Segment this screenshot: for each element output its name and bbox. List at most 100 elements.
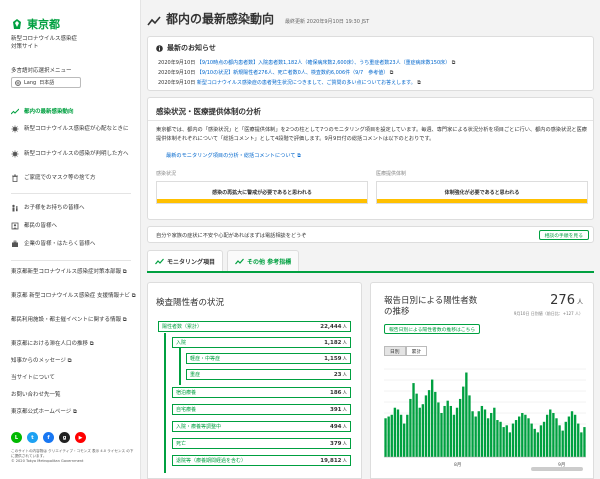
chart-bar[interactable]: [427, 390, 431, 457]
link-official-site[interactable]: 東京都公式ホームページ ⧉: [11, 408, 136, 416]
chart-bar[interactable]: [564, 421, 567, 457]
chart-bar[interactable]: [552, 413, 555, 457]
chart-bar[interactable]: [530, 423, 533, 457]
nav-item-residents[interactable]: 都民の皆様へ: [0, 222, 140, 230]
chart-bar[interactable]: [527, 418, 530, 457]
chart-bar[interactable]: [471, 411, 474, 457]
chart-bar[interactable]: [434, 391, 437, 457]
chart-bar[interactable]: [443, 405, 446, 457]
chart-bar[interactable]: [524, 414, 527, 457]
chart-bar[interactable]: [387, 416, 390, 457]
chart-bar[interactable]: [493, 407, 496, 457]
chart-bar[interactable]: [440, 413, 443, 457]
chart-bar[interactable]: [570, 411, 574, 457]
chart-bar[interactable]: [549, 409, 552, 457]
link-hq-report[interactable]: 東京都新型コロナウイルス感染症対策本部報 ⧉: [11, 268, 136, 276]
daily-detail-button[interactable]: 報告日別による陽性者数の推移はこちら: [384, 324, 481, 334]
chart-bar[interactable]: [437, 402, 440, 457]
chart-bar[interactable]: [558, 425, 561, 457]
chart-bar[interactable]: [396, 409, 400, 457]
tab-monitoring[interactable]: モニタリング項目: [147, 250, 224, 271]
chart-bar[interactable]: [393, 407, 397, 457]
link-contacts[interactable]: お問い合わせ先一覧: [11, 391, 136, 399]
nav-item-infected[interactable]: 新型コロナウイルスの感染が判明した方へ: [0, 150, 140, 158]
link-facilities-events[interactable]: 都民利用施設・都主催イベントに関する情報 ⧉: [11, 316, 136, 324]
chart-bar[interactable]: [452, 414, 456, 457]
toggle-daily[interactable]: 日別: [384, 346, 406, 356]
analysis-link[interactable]: 最新のモニタリング項目の分析・総括コメントについて ⧉: [166, 152, 301, 160]
link-about[interactable]: 当サイトについて: [11, 374, 136, 382]
chart-bar[interactable]: [583, 427, 586, 457]
nav-item-parents[interactable]: お子様をお持ちの皆様へ: [0, 204, 140, 212]
youtube-icon[interactable]: ▶: [75, 432, 86, 443]
chart-bar[interactable]: [502, 427, 505, 457]
cases-row-hospitalized: 入院 1,182人: [172, 337, 351, 348]
chart-bar[interactable]: [545, 414, 549, 457]
chart-bar[interactable]: [521, 413, 524, 457]
news-item[interactable]: 2020年9月10日 新型コロナウイルス感染症の患者発生状況につきまして、ご質問…: [158, 79, 421, 86]
chart-bar[interactable]: [490, 413, 493, 457]
link-population[interactable]: 東京都における滞在人口の推移 ⧉: [11, 340, 136, 348]
toggle-cumulative[interactable]: 累計: [405, 346, 428, 356]
nav-item-businesses[interactable]: 企業の皆様・はたらく皆様へ: [0, 240, 140, 248]
chart-bar[interactable]: [511, 423, 515, 457]
chart-bar[interactable]: [409, 398, 412, 457]
chart-bar[interactable]: [474, 416, 477, 457]
chart-bar[interactable]: [399, 414, 403, 457]
nav-item-worried[interactable]: 新型コロナウイルス感染症が心配なときに: [0, 125, 140, 133]
chart-bar[interactable]: [384, 418, 387, 457]
chart-bar[interactable]: [533, 428, 536, 457]
chart-bar[interactable]: [418, 407, 421, 457]
chart-bar[interactable]: [480, 405, 484, 457]
chart-bar[interactable]: [446, 400, 449, 457]
chart-bar[interactable]: [580, 432, 583, 457]
chart-bar[interactable]: [508, 432, 512, 457]
chart-bar[interactable]: [430, 379, 434, 457]
chart-bar[interactable]: [415, 393, 418, 457]
chart-bar[interactable]: [421, 404, 425, 457]
link-governor-message[interactable]: 知事からのメッセージ ⧉: [11, 357, 136, 365]
chart-bar[interactable]: [468, 395, 471, 457]
news-item[interactable]: 2020年9月10日 【9/10の状況】新規陽性者276人、死亡者数0人、検査数…: [158, 69, 393, 76]
chart-bar[interactable]: [403, 423, 406, 457]
chart-bar[interactable]: [499, 421, 502, 457]
chart-bar[interactable]: [539, 425, 543, 457]
github-icon[interactable]: g: [59, 432, 70, 443]
chart-bar[interactable]: [424, 395, 428, 457]
line-icon[interactable]: L: [11, 432, 22, 443]
twitter-icon[interactable]: t: [27, 432, 38, 443]
chart-bar[interactable]: [567, 416, 571, 457]
chart-bar[interactable]: [573, 414, 577, 457]
chart-bar[interactable]: [406, 414, 409, 457]
link-support-navi[interactable]: 東京都 新型コロナウイルス感染症 支援情報ナビ ⧉: [11, 292, 136, 300]
news-item[interactable]: 2020年9月10日 【9/10時点の都内患者数】入院患者数1,182人（確保病…: [158, 59, 455, 66]
chart-bar[interactable]: [505, 425, 508, 457]
chart-bar[interactable]: [483, 409, 487, 457]
cases-row-mild: 軽症・中等症 1,159人: [186, 353, 351, 364]
chart-bar[interactable]: [458, 398, 462, 457]
chart-bar[interactable]: [462, 386, 465, 457]
language-select[interactable]: Lang 日本語: [11, 77, 81, 88]
chart-bar[interactable]: [455, 407, 459, 457]
chart-bar[interactable]: [518, 416, 521, 457]
nav-item-latest-trends[interactable]: 都内の最新感染動向: [0, 108, 140, 116]
chart-bar[interactable]: [390, 414, 393, 457]
chart-scrollbar[interactable]: [531, 467, 583, 471]
chart-bar[interactable]: [542, 421, 546, 457]
chart-bar[interactable]: [465, 372, 468, 457]
chart-bar[interactable]: [561, 430, 564, 457]
chart-bar[interactable]: [555, 418, 558, 457]
chart-bar[interactable]: [486, 418, 490, 457]
chart-bar[interactable]: [412, 383, 415, 457]
consult-button[interactable]: 相談の手順を見る: [538, 230, 589, 240]
chart-bar[interactable]: [577, 423, 580, 457]
chart-bar[interactable]: [536, 432, 540, 457]
chart-bar[interactable]: [496, 420, 499, 457]
chart-bar[interactable]: [514, 420, 518, 457]
facebook-icon[interactable]: f: [43, 432, 54, 443]
tab-other-indicators[interactable]: その他 参考指標: [227, 250, 300, 271]
logo[interactable]: 東京都: [11, 16, 60, 32]
chart-bar[interactable]: [477, 411, 480, 457]
chart-bar[interactable]: [449, 405, 452, 457]
nav-item-mask-disposal[interactable]: ご家庭でのマスク等の捨て方: [0, 174, 140, 182]
